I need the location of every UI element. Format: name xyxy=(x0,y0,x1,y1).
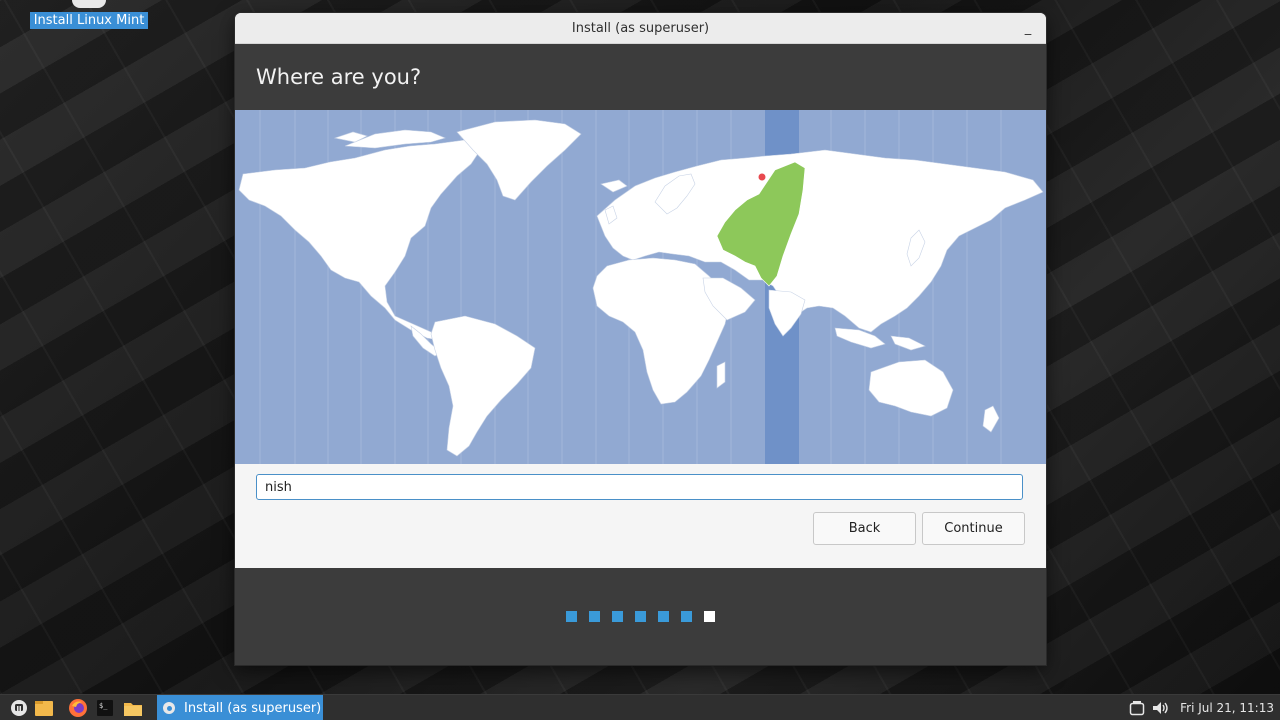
timezone-map[interactable] xyxy=(235,110,1046,464)
files-icon[interactable] xyxy=(33,697,55,719)
world-map-graphic xyxy=(238,110,1044,464)
svg-text:$_: $_ xyxy=(99,702,108,710)
install-linux-mint-desktop-icon[interactable]: Install Linux Mint xyxy=(29,0,149,32)
page-title: Where are you? xyxy=(256,65,422,89)
taskbar-active-window[interactable]: Install (as superuser) xyxy=(157,695,323,720)
window-title: Install (as superuser) xyxy=(571,20,710,36)
taskbar-task-label: Install (as superuser) xyxy=(184,700,322,716)
menu-icon[interactable] xyxy=(8,697,30,719)
step-progress-indicator xyxy=(566,611,715,622)
step-dot-6 xyxy=(681,611,692,622)
step-dot-5 xyxy=(658,611,669,622)
step-dot-7 xyxy=(704,611,715,622)
window-titlebar[interactable]: Install (as superuser) _ xyxy=(235,13,1046,44)
step-dot-2 xyxy=(589,611,600,622)
clock[interactable]: Fri Jul 21, 11:13 xyxy=(1180,695,1274,720)
continue-button[interactable]: Continue xyxy=(922,512,1025,545)
minimize-button[interactable]: _ xyxy=(1020,18,1036,36)
installer-task-icon xyxy=(163,702,175,714)
page-header: Where are you? xyxy=(235,44,1046,110)
step-dot-3 xyxy=(612,611,623,622)
disc-icon xyxy=(72,0,106,8)
taskbar: $_ Install (as superuser) Fri Jul 21, 11… xyxy=(0,694,1280,720)
installer-window: Install (as superuser) _ Where are you? xyxy=(235,13,1046,665)
window-list-icon[interactable] xyxy=(1126,697,1148,719)
progress-footer xyxy=(235,568,1046,665)
continents xyxy=(238,119,1044,457)
location-form: Back Continue xyxy=(235,464,1046,568)
step-dot-4 xyxy=(635,611,646,622)
selected-city-marker xyxy=(757,172,767,182)
desktop-icon-label: Install Linux Mint xyxy=(29,12,149,29)
terminal-icon[interactable]: $_ xyxy=(94,697,116,719)
step-dot-1 xyxy=(566,611,577,622)
back-button[interactable]: Back xyxy=(813,512,916,545)
location-search-input[interactable] xyxy=(256,474,1023,500)
volume-icon[interactable] xyxy=(1150,697,1172,719)
folder-icon[interactable] xyxy=(122,697,144,719)
firefox-icon[interactable] xyxy=(67,697,89,719)
